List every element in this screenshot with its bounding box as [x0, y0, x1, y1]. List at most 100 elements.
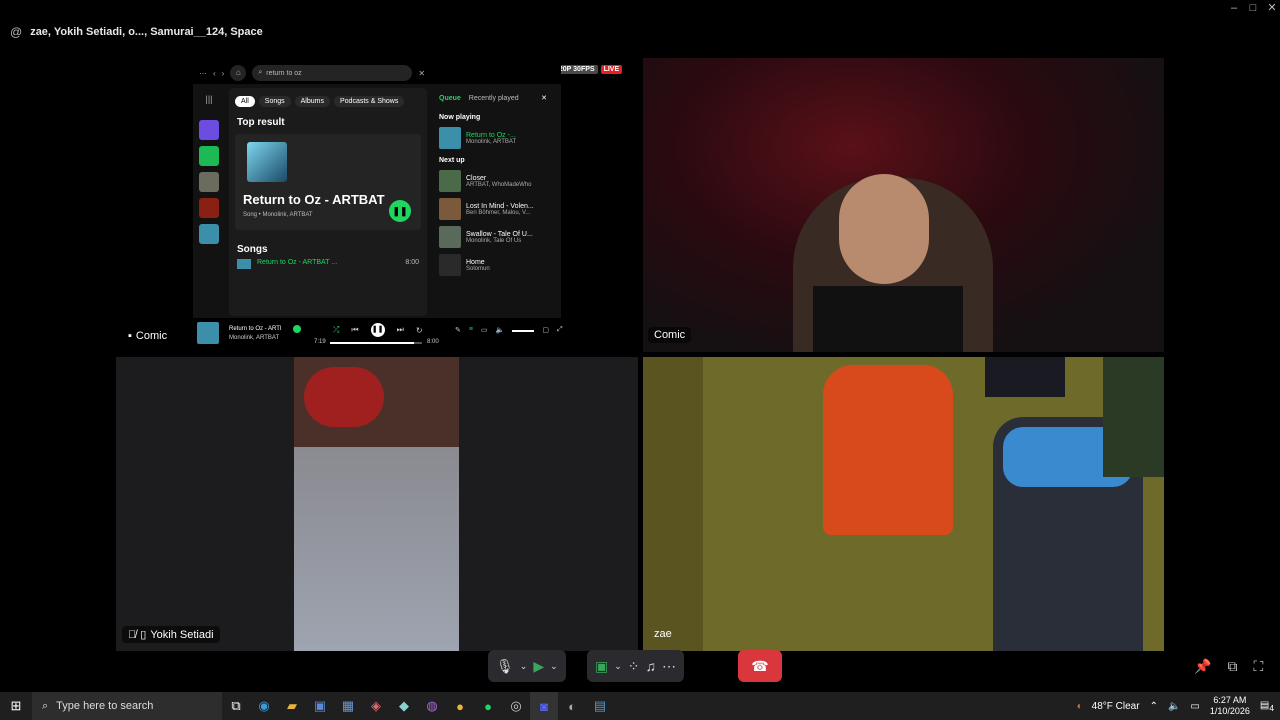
microphone-icon[interactable]: 🎙 [496, 658, 514, 675]
camera-icon[interactable]: ▶ [533, 658, 544, 675]
volume-icon[interactable]: 🔈 [496, 326, 505, 334]
shuffle-icon[interactable]: ⤮ [333, 325, 339, 335]
filter-songs[interactable]: Songs [258, 96, 291, 107]
file-explorer-icon[interactable]: ▰ [278, 692, 306, 720]
spotify-sidebar: ||| [193, 88, 225, 318]
filter-albums[interactable]: Albums [294, 96, 330, 107]
spotify-search-input[interactable]: ⌕ return to oz [252, 65, 413, 81]
queue-item[interactable]: Home Solomun [439, 254, 559, 276]
windows-start-icon[interactable]: ⊞ [0, 692, 32, 720]
filter-all[interactable]: All [235, 96, 255, 107]
queue-item[interactable]: Closer ARTBAT, WhoMadeWho [439, 170, 559, 192]
app-icon[interactable]: ◈ [362, 692, 390, 720]
chevron-down-icon[interactable]: ⌄ [550, 661, 558, 672]
queue-item[interactable]: Lost In Mind - Volen... Ben Böhmer, Malou… [439, 198, 559, 220]
network-icon[interactable]: ▭ [1190, 701, 1199, 712]
saved-check-icon[interactable] [293, 325, 301, 333]
webcam-tile-comic[interactable] [643, 58, 1164, 352]
view-controls: 📌 ⧉ ⛶ [1194, 658, 1263, 675]
queue-item[interactable]: Swallow - Tale Of U... Monolink, Tale Of … [439, 226, 559, 248]
call-header: @ zae, Yokih Setiadi, o..., Samurai__124… [10, 24, 263, 40]
liked-songs-icon[interactable] [199, 120, 219, 140]
chrome-icon[interactable]: ● [446, 692, 474, 720]
obs-icon[interactable]: ◎ [502, 692, 530, 720]
steam-icon[interactable]: ◐ [558, 692, 586, 720]
pin-icon[interactable]: 📌 [1194, 658, 1211, 675]
time-elapsed: 7:19 [314, 339, 326, 345]
popout-icon[interactable]: ⧉ [1227, 658, 1237, 675]
chevron-down-icon[interactable]: ⌄ [614, 661, 622, 672]
back-icon[interactable]: ‹ [213, 69, 216, 78]
clock[interactable]: 6:27 AM 1/10/2026 [1210, 695, 1250, 717]
minimize-button[interactable]: – [1226, 1, 1242, 15]
miniplayer-icon[interactable]: ▢ [542, 326, 549, 334]
video-tile-zae[interactable] [643, 357, 1164, 651]
chevron-up-icon[interactable]: ⌃ [1150, 701, 1158, 712]
close-icon[interactable]: ✕ [541, 94, 547, 102]
discord-icon[interactable]: ◙ [530, 692, 558, 720]
phone-video-feed [294, 357, 459, 651]
saved-episodes-icon[interactable] [199, 146, 219, 166]
calculator-icon[interactable]: ▦ [334, 692, 362, 720]
app-icon[interactable]: ◆ [390, 692, 418, 720]
queue-tab[interactable]: Queue [439, 95, 461, 102]
playlist-thumb[interactable] [199, 198, 219, 218]
song-thumb [237, 259, 251, 269]
soundboard-icon[interactable]: ♫ [646, 658, 657, 674]
player-title: Return to Oz - ARTI [229, 326, 282, 332]
devices-icon[interactable]: ▭ [481, 326, 488, 334]
more-icon[interactable]: ⋯ [199, 69, 207, 78]
top-result-card[interactable]: Return to Oz - ARTBAT Song • Monolink, A… [235, 134, 421, 230]
fullscreen-icon[interactable]: ⛶ [1253, 658, 1263, 675]
pause-icon[interactable]: ❚❚ [370, 323, 385, 337]
track-thumb [439, 127, 461, 149]
task-view-icon[interactable]: ⧉ [222, 692, 250, 720]
fullscreen-icon[interactable]: ⤢ [557, 326, 563, 334]
volume-slider[interactable] [512, 330, 535, 332]
queue-icon[interactable]: ≡ [469, 326, 473, 334]
next-icon[interactable]: ⏭ [397, 325, 404, 335]
playlist-thumb[interactable] [199, 172, 219, 192]
window-titlebar [0, 0, 1280, 16]
song-row[interactable]: Return to Oz - ARTBAT ... 8:00 [229, 257, 427, 271]
weather-text[interactable]: 48°F Clear [1092, 701, 1140, 712]
now-playing-row[interactable]: Return to Oz -... Monolink, ARTBAT [439, 127, 559, 149]
home-icon[interactable]: ⌂ [230, 65, 247, 81]
queue-panel: Queue Recently played ✕ Now playing Retu… [433, 88, 559, 316]
taskbar-search-input[interactable]: ⌕ Type here to search [32, 692, 222, 720]
now-playing-artist: Monolink, ARTBAT [466, 138, 517, 145]
screen-share-icon[interactable]: ▣ [595, 658, 608, 675]
webcam-user: Comic [654, 329, 686, 341]
face [839, 174, 929, 284]
lyrics-icon[interactable]: ✎ [455, 326, 461, 334]
forward-icon[interactable]: › [222, 69, 225, 78]
activities-icon[interactable]: ⁘ [628, 658, 640, 675]
pause-icon[interactable]: ❚❚ [389, 200, 411, 222]
search-value: return to oz [266, 69, 302, 77]
progress-track[interactable] [330, 342, 422, 344]
brave-icon[interactable]: ◍ [418, 692, 446, 720]
edge-icon[interactable]: ◉ [250, 692, 278, 720]
call-title[interactable]: zae, Yokih Setiadi, o..., Samurai__124, … [30, 26, 263, 38]
end-call-button[interactable]: ☎ [738, 650, 782, 682]
app-icon[interactable]: ▣ [306, 692, 334, 720]
recent-tab[interactable]: Recently played [469, 95, 519, 102]
playlist-thumb[interactable] [199, 224, 219, 244]
close-button[interactable]: ✕ [1264, 1, 1280, 15]
volume-icon[interactable]: 🔈 [1168, 701, 1180, 712]
chevron-down-icon[interactable]: ⌄ [520, 661, 528, 672]
maximize-button[interactable]: □ [1245, 1, 1261, 15]
video-tile-yokih[interactable] [116, 357, 638, 651]
notifications-icon[interactable]: ▤4 [1260, 700, 1274, 713]
clear-search-icon[interactable]: ✕ [418, 69, 425, 78]
player-album-art [197, 322, 219, 344]
previous-icon[interactable]: ⏮ [351, 325, 358, 335]
spotify-window: ⋯ ‹ › ⌂ ⌕ return to oz ✕ ||| All Songs A… [193, 62, 563, 348]
library-icon[interactable]: ||| [199, 94, 219, 114]
spotify-icon[interactable]: ● [474, 692, 502, 720]
filter-podcasts[interactable]: Podcasts & Shows [333, 96, 405, 107]
search-results: All Songs Albums Podcasts & Shows Top re… [229, 88, 427, 316]
more-icon[interactable]: ⋯ [662, 658, 676, 675]
repeat-icon[interactable]: ↻ [416, 326, 423, 335]
app-icon[interactable]: ▤ [586, 692, 614, 720]
